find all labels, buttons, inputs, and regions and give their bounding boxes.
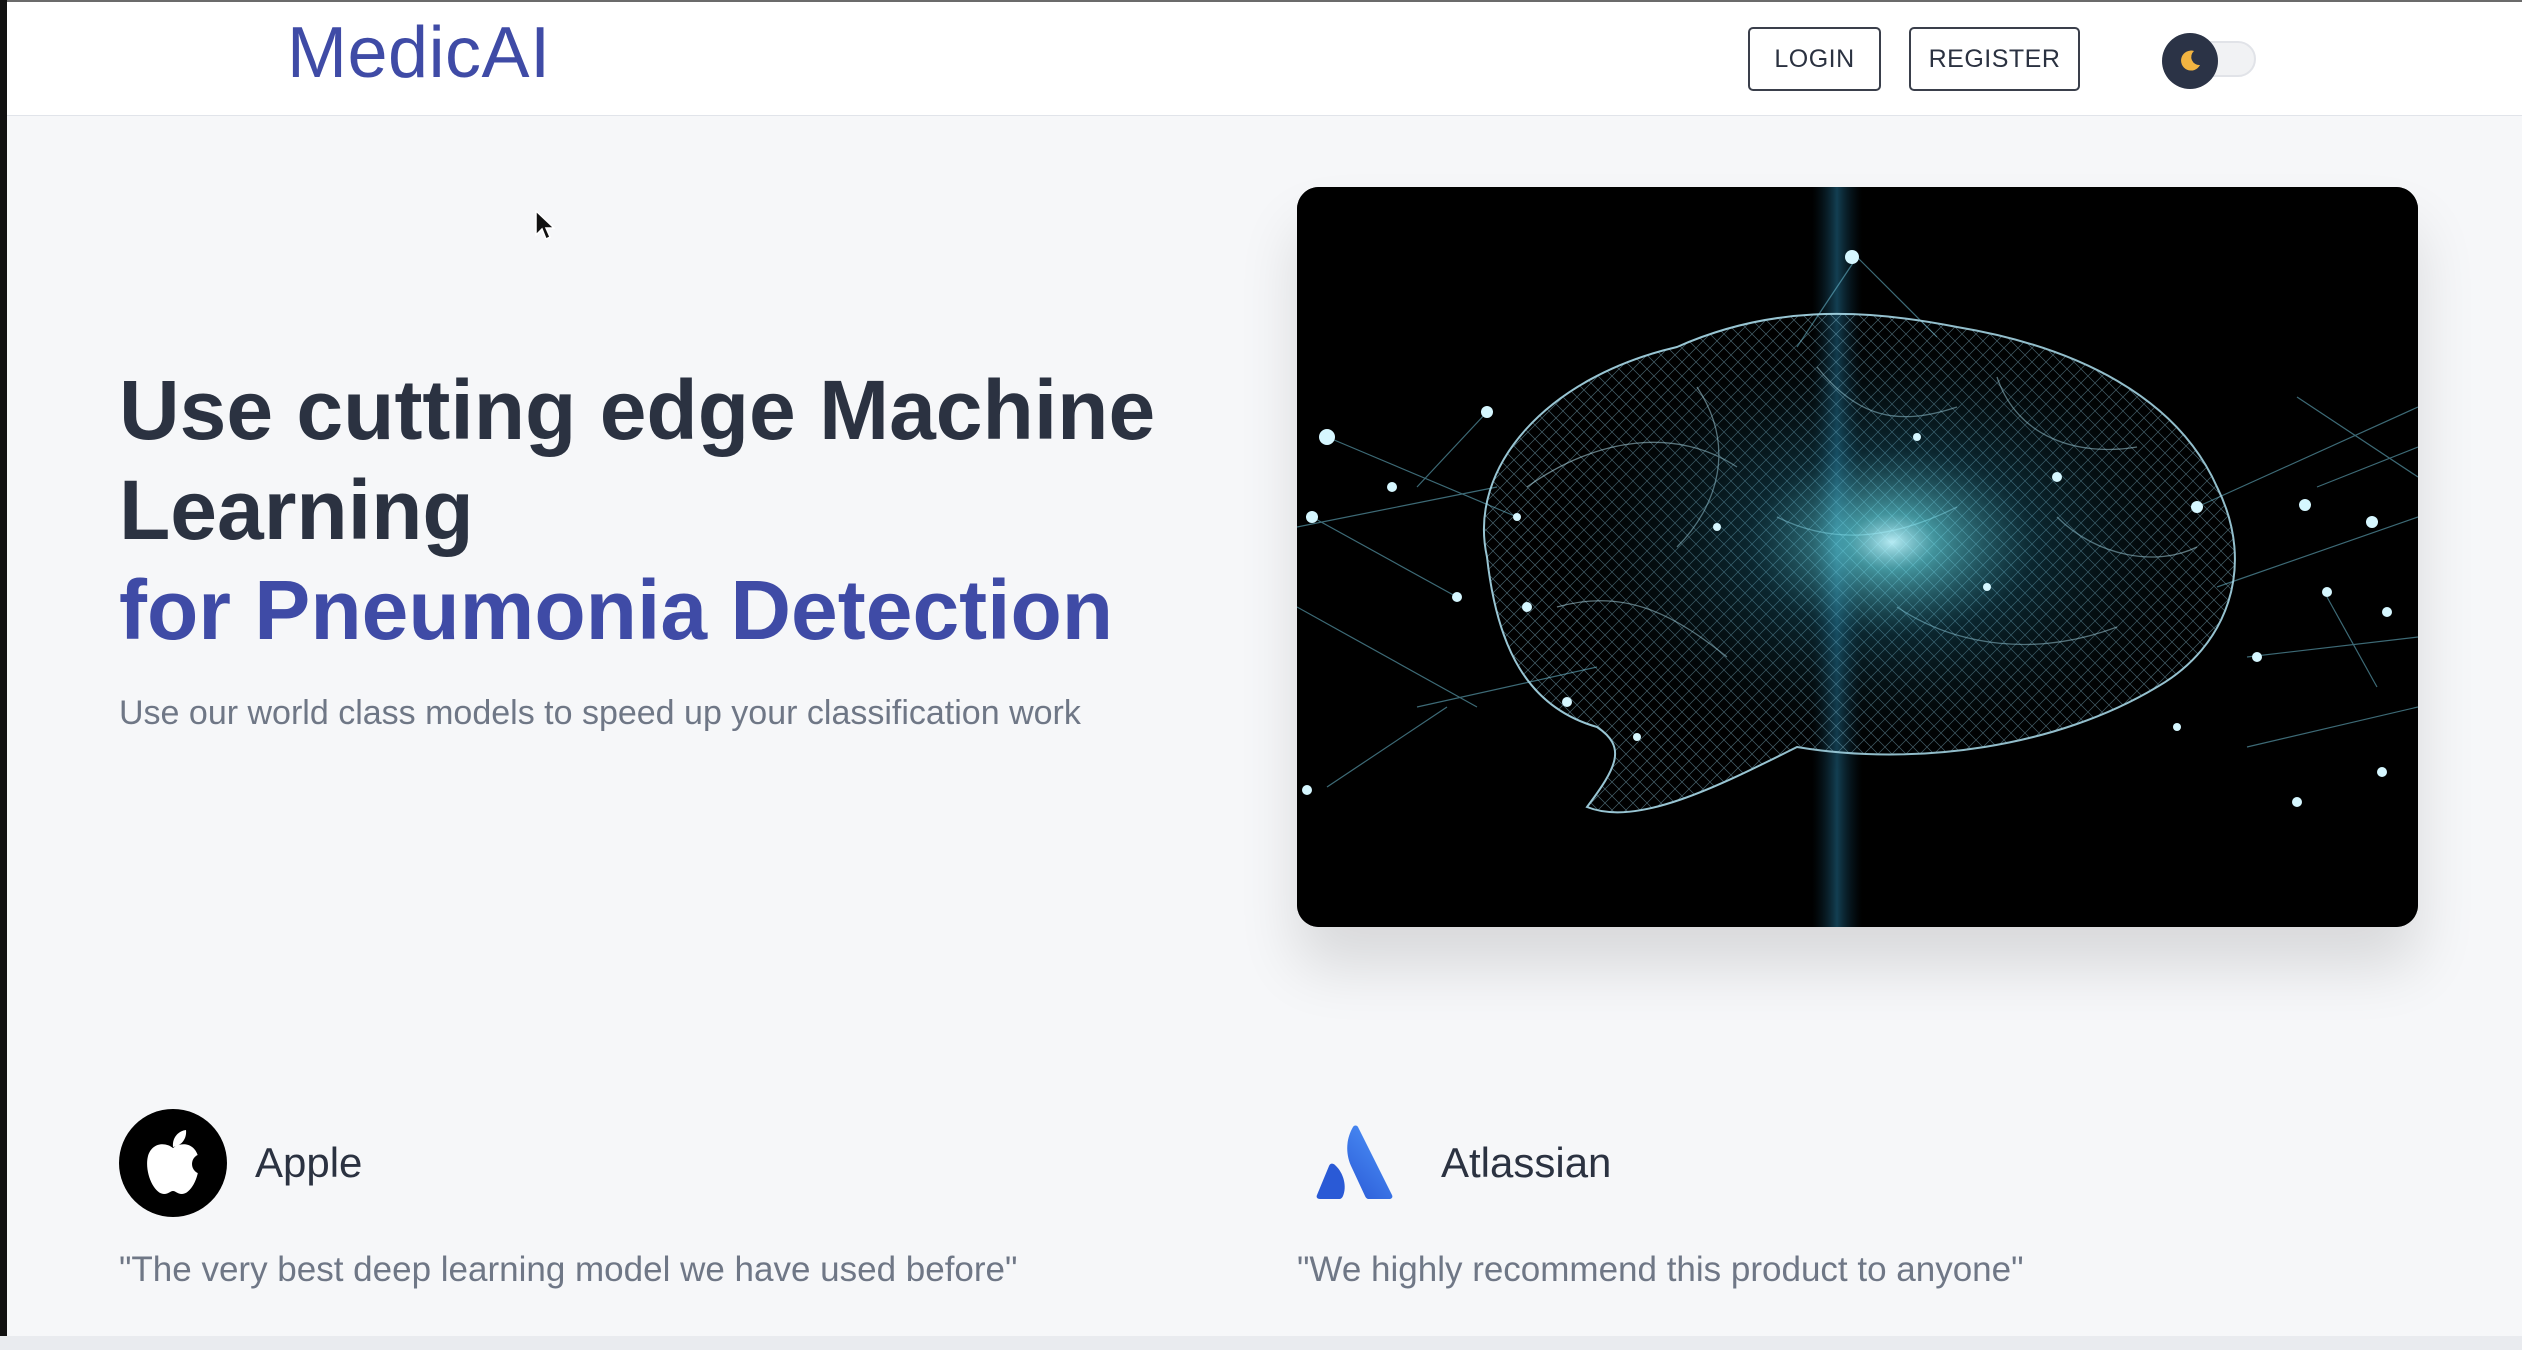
brand-logo[interactable]: MedicAI: [287, 12, 551, 94]
hero-title-accent: for Pneumonia Detection: [119, 563, 1114, 657]
testimonial-apple: Apple "The very best deep learning model…: [119, 1108, 1017, 1289]
register-button[interactable]: REGISTER: [1909, 27, 2080, 91]
moon-icon: [2181, 50, 2200, 71]
testimonial-quote: "We highly recommend this product to any…: [1297, 1250, 2024, 1289]
window-left-edge: [0, 0, 7, 1350]
hero-title: Use cutting edge Machine Learning for Pn…: [119, 360, 1179, 660]
hero-subtitle: Use our world class models to speed up y…: [119, 694, 1081, 732]
brain-network-image: [1297, 187, 2418, 927]
page-bottom-edge: [0, 1336, 2522, 1350]
testimonial-company: Atlassian: [1441, 1139, 1612, 1186]
testimonial-header: Atlassian: [1297, 1108, 1611, 1218]
apple-logo-icon: [119, 1109, 227, 1217]
theme-toggle[interactable]: [2162, 33, 2258, 89]
mouse-cursor-icon: [535, 210, 555, 241]
atlassian-logo-icon: [1316, 1125, 1393, 1199]
login-button[interactable]: LOGIN: [1748, 27, 1881, 91]
theme-toggle-knob[interactable]: [2162, 33, 2218, 89]
hero-title-line1: Use cutting edge Machine Learning: [119, 363, 1156, 557]
testimonial-company: Apple: [255, 1139, 363, 1186]
testimonial-atlassian: Atlassian "We highly recommend this prod…: [1297, 1108, 2024, 1289]
navbar: MedicAI LOGIN REGISTER: [7, 2, 2522, 116]
testimonial-header: Apple: [119, 1108, 362, 1218]
testimonial-quote: "The very best deep learning model we ha…: [119, 1250, 1018, 1289]
